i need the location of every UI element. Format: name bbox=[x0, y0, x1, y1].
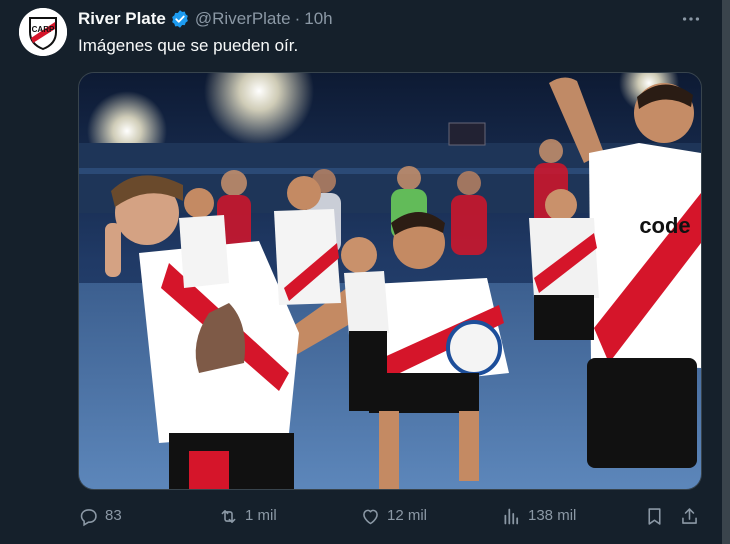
separator-dot: · bbox=[294, 9, 301, 28]
heart-icon bbox=[363, 509, 378, 524]
tweet-actions: 83 1 mil 12 mil 138 mil bbox=[78, 504, 704, 528]
view-count: 138 mil bbox=[528, 507, 577, 524]
bookmark-icon bbox=[648, 507, 661, 525]
reply-button[interactable]: 83 bbox=[78, 504, 122, 528]
bookmark-button[interactable] bbox=[644, 504, 671, 528]
retweet-icon bbox=[221, 509, 236, 523]
reply-icon bbox=[80, 508, 97, 526]
more-options-icon[interactable] bbox=[678, 8, 704, 30]
reply-count: 83 bbox=[105, 507, 122, 524]
retweet-count: 1 mil bbox=[245, 507, 277, 524]
author-name[interactable]: River Plate bbox=[78, 9, 166, 29]
like-count: 12 mil bbox=[387, 507, 428, 524]
tweet-text: Imágenes que se pueden oír. bbox=[78, 36, 299, 55]
tweet-photo[interactable]: code bbox=[78, 72, 702, 490]
timestamp[interactable]: 10h bbox=[304, 9, 332, 29]
share-button[interactable] bbox=[679, 504, 706, 528]
timeline-border bbox=[722, 0, 730, 544]
tweet-card[interactable]: CARP River Plate @RiverPlate · 10h Imáge… bbox=[0, 0, 722, 544]
like-button[interactable]: 12 mil bbox=[360, 504, 427, 528]
avatar[interactable]: CARP bbox=[19, 8, 67, 56]
views-chart-icon bbox=[504, 508, 519, 524]
crest-initials: CARP bbox=[32, 25, 55, 34]
share-icon bbox=[682, 507, 697, 524]
jersey-sponsor-text: code bbox=[639, 213, 690, 238]
views-button[interactable]: 138 mil bbox=[501, 504, 576, 528]
celebration-photo-icon: code bbox=[79, 73, 701, 489]
verified-badge-icon[interactable] bbox=[170, 9, 190, 29]
retweet-button[interactable]: 1 mil bbox=[218, 504, 277, 528]
tweet-header: River Plate @RiverPlate · 10h bbox=[78, 8, 333, 30]
river-plate-crest-icon: CARP bbox=[19, 8, 67, 56]
author-handle[interactable]: @RiverPlate bbox=[195, 9, 291, 29]
